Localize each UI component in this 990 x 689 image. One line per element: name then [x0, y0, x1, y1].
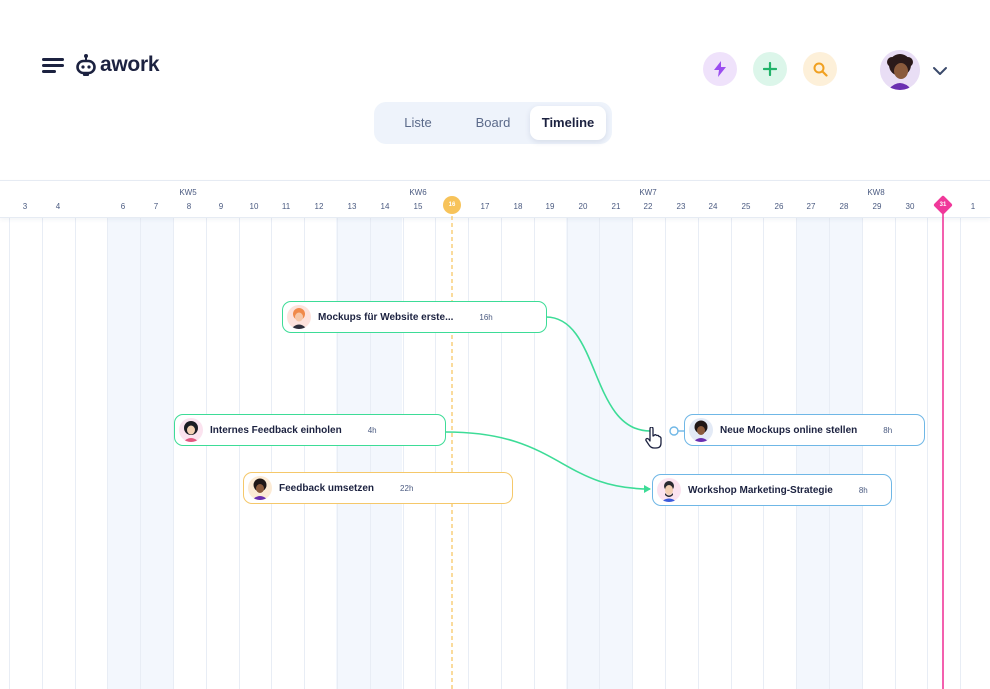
avatar [689, 418, 713, 442]
task-bar[interactable]: Neue Mockups online stellen 8h [684, 414, 925, 446]
hand-cursor-icon [645, 427, 662, 449]
arrow-head-icon [644, 485, 651, 493]
task-hours: 4h [367, 425, 377, 435]
dependency-handle[interactable] [669, 426, 679, 436]
task-bar[interactable]: Mockups für Website erste... 16h [282, 301, 547, 333]
task-bar[interactable]: Workshop Marketing-Strategie 8h [652, 474, 892, 506]
task-bar[interactable]: Feedback umsetzen 22h [243, 472, 513, 504]
task-hours: 8h [858, 485, 868, 495]
task-name: Workshop Marketing-Strategie [688, 484, 833, 496]
task-hours: 16h [479, 312, 493, 322]
task-name: Internes Feedback einholen [210, 424, 342, 436]
avatar [287, 305, 311, 329]
task-hours: 8h [883, 425, 893, 435]
task-bar[interactable]: Internes Feedback einholen 4h [174, 414, 446, 446]
dependency-line [545, 316, 651, 432]
task-hours: 22h [400, 483, 414, 493]
avatar [179, 418, 203, 442]
avatar [248, 476, 272, 500]
dependency-connectors [445, 316, 684, 493]
avatar [657, 478, 681, 502]
task-name: Mockups für Website erste... [318, 311, 454, 323]
task-name: Neue Mockups online stellen [720, 424, 858, 436]
task-name: Feedback umsetzen [279, 482, 375, 494]
